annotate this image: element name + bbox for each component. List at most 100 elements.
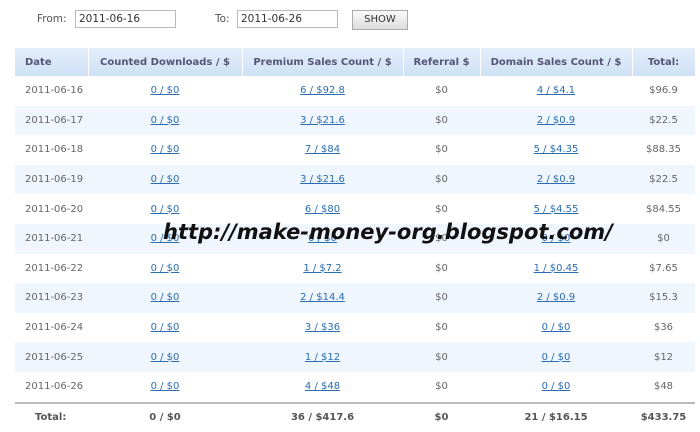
cell-counted-downloads: 0 / $0 [88,283,242,313]
cell-premium-sales: 1 / $7.2 [242,254,403,284]
cell-premium-sales: 2 / $14.4 [242,283,403,313]
counted-downloads-link[interactable]: 0 / $0 [151,322,180,333]
to-date-input[interactable]: 2011-06-26 [237,10,338,28]
total-date: Total: [15,401,88,432]
counted-downloads-link[interactable]: 0 / $0 [151,352,180,363]
cell-total: $0 [632,223,695,254]
counted-downloads-link[interactable]: 0 / $0 [151,115,180,126]
total-total: $433.75 [632,401,695,432]
cell-date: 2011-06-26 [25,381,84,393]
cell-date: 2011-06-25 [15,342,88,372]
table-row: 2011-06-26 0 / $0 4 / $48 $0 0 / $0 $48 [15,372,695,403]
domain-sales-link[interactable]: 0 / $0 [542,322,571,333]
cell-premium-sales: 6 / $92.8 [242,76,403,106]
cell-domain-sales: 0 / $0 [480,342,632,372]
cell-date: 2011-06-16 [25,85,84,97]
domain-sales-link[interactable]: 2 / $0.9 [537,174,575,185]
domain-sales-link[interactable]: 1 / $0.45 [534,263,579,274]
cell-referral: $0 [435,144,448,156]
premium-sales-link[interactable]: 3 / $36 [305,322,340,333]
premium-sales-link[interactable]: 3 / $21.6 [300,174,345,185]
cell-premium-sales: 3 / $21.6 [242,105,403,136]
total-referral: $0 [403,401,480,432]
domain-sales-link[interactable]: 5 / $4.35 [534,144,579,155]
column-header-counted-downloads[interactable]: Counted Downloads / $ [88,48,243,76]
table-row: 2011-06-24 0 / $0 3 / $36 $0 0 / $0 $36 [15,313,695,343]
premium-sales-link[interactable]: 2 / $14.4 [300,292,345,303]
column-header-date[interactable]: Date [15,48,89,76]
cell-counted-downloads: 0 / $0 [88,254,242,284]
table-row: 2011-06-17 0 / $0 3 / $21.6 $0 2 / $0.9 $22.5 [15,105,695,136]
cell-date: 2011-06-17 [15,105,88,136]
cell-referral: $0 [403,164,480,195]
column-header-total[interactable]: Total: [632,48,696,76]
premium-sales-link[interactable]: 6 / $92.8 [300,85,345,96]
premium-sales-link[interactable]: 4 / $48 [305,381,340,392]
cell-referral: $0 [403,105,480,136]
premium-sales-link[interactable]: 3 / $21.6 [300,115,345,126]
domain-sales-link[interactable]: 2 / $0.9 [537,115,575,126]
counted-downloads-link[interactable]: 0 / $0 [151,174,180,185]
cell-domain-sales: 0 / $0 [480,313,632,343]
cell-referral: $0 [435,262,448,274]
cell-total: $12 [632,342,695,372]
column-header-referral[interactable]: Referral $ [403,48,481,76]
domain-sales-link[interactable]: 0 / $0 [542,381,571,392]
cell-premium-sales: 7 / $84 [242,135,403,165]
cell-total: $7.65 [649,262,678,274]
domain-sales-link[interactable]: 0 / $0 [542,352,571,363]
table-row: 2011-06-16 0 / $0 6 / $92.8 $0 4 / $4.1 $96.9 [15,76,695,106]
premium-sales-link[interactable]: 1 / $7.2 [303,263,341,274]
total-premium-sales: 36 / $417.6 [242,401,403,432]
cell-counted-downloads: 0 / $0 [88,135,242,165]
cell-date: 2011-06-20 [25,203,84,215]
from-label: From: [37,13,67,25]
cell-total: $84.55 [646,203,681,215]
total-domain-sales: 21 / $16.15 [480,401,632,432]
cell-total: $22.5 [632,105,695,136]
column-header-domain-sales[interactable]: Domain Sales Count / $ [480,48,633,76]
cell-total: $88.35 [646,144,681,156]
premium-sales-link[interactable]: 1 / $12 [305,352,340,363]
counted-downloads-link[interactable]: 0 / $0 [151,85,180,96]
premium-sales-link[interactable]: 7 / $84 [305,144,340,155]
date-filter: From: 2011-06-16 To: 2011-06-26 SHOW [0,10,700,30]
totals-row: Total: 0 / $0 36 / $417.6 $0 21 / $16.15 $433… [15,401,695,432]
counted-downloads-link[interactable]: 0 / $0 [151,263,180,274]
from-date-input[interactable]: 2011-06-16 [75,10,176,28]
cell-referral: $0 [403,342,480,372]
cell-counted-downloads: 0 / $0 [88,372,242,403]
counted-downloads-link[interactable]: 0 / $0 [151,204,180,215]
cell-domain-sales: 2 / $0.9 [480,164,632,195]
counted-downloads-link[interactable]: 0 / $0 [151,144,180,155]
premium-sales-link[interactable]: 6 / $80 [305,204,340,215]
domain-sales-link[interactable]: 4 / $4.1 [537,85,575,96]
cell-domain-sales: 5 / $4.35 [480,135,632,165]
total-counted-downloads: 0 / $0 [88,401,242,432]
column-header-premium-sales[interactable]: Premium Sales Count / $ [242,48,404,76]
cell-referral: $0 [435,381,448,393]
cell-date: 2011-06-24 [25,322,84,334]
cell-date: 2011-06-18 [25,144,84,156]
cell-date: 2011-06-22 [25,262,84,274]
counted-downloads-link[interactable]: 0 / $0 [151,292,180,303]
table-row: 2011-06-25 0 / $0 1 / $12 $0 0 / $0 $12 [15,342,695,372]
cell-referral: $0 [435,85,448,97]
cell-domain-sales: 2 / $0.9 [480,105,632,136]
cell-referral: $0 [403,283,480,313]
domain-sales-link[interactable]: 5 / $4.55 [534,204,579,215]
cell-date: 2011-06-21 [15,223,88,254]
to-label: To: [215,13,230,25]
counted-downloads-link[interactable]: 0 / $0 [151,381,180,392]
cell-premium-sales: 3 / $36 [242,313,403,343]
cell-date: 2011-06-19 [15,164,88,195]
cell-premium-sales: 3 / $21.6 [242,164,403,195]
watermark-text: http://make-money-org.blogspot.com/ [163,220,613,244]
domain-sales-link[interactable]: 2 / $0.9 [537,292,575,303]
cell-total: $96.9 [649,85,678,97]
cell-counted-downloads: 0 / $0 [88,164,242,195]
table-row: 2011-06-19 0 / $0 3 / $21.6 $0 2 / $0.9 $22.5 [15,164,695,195]
cell-domain-sales: 0 / $0 [480,372,632,403]
show-button[interactable]: SHOW [352,10,408,30]
cell-total: $48 [653,381,674,393]
